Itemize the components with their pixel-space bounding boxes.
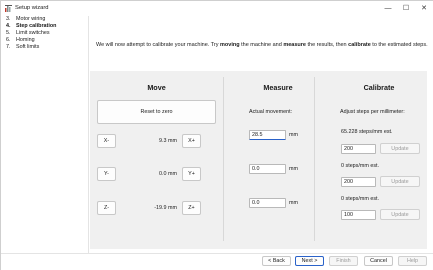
y-update-button[interactable]: Update: [380, 176, 420, 187]
calibration-panel: [90, 71, 427, 249]
mm-unit-label: mm: [289, 166, 298, 172]
column-divider: [223, 77, 224, 241]
x-plus-button[interactable]: X+: [182, 134, 201, 148]
cancel-button[interactable]: Cancel: [364, 256, 393, 266]
z-plus-button[interactable]: Z+: [182, 201, 201, 215]
x-steps-input[interactable]: 200: [341, 144, 376, 154]
step-number: 5.: [6, 30, 11, 36]
z-position: -19.9 mm: [154, 205, 177, 211]
finish-button[interactable]: Finish: [329, 256, 358, 266]
mm-unit-label: mm: [289, 200, 298, 206]
y-steps-input[interactable]: 200: [341, 177, 376, 187]
y-minus-button[interactable]: Y-: [97, 167, 116, 181]
step-label: Motor wiring: [16, 16, 46, 22]
z-measure-input[interactable]: 0.0: [249, 198, 286, 208]
app-icon: [5, 5, 12, 12]
x-update-button[interactable]: Update: [380, 143, 420, 154]
maximize-button[interactable]: ☐: [399, 3, 413, 14]
y-plus-button[interactable]: Y+: [182, 167, 201, 181]
x-steps-estimate: 65.228 steps/mm est.: [341, 129, 393, 135]
column-divider: [314, 77, 315, 241]
step-limit-switches[interactable]: 5. Limit switches: [6, 30, 50, 36]
intro-text: We will now attempt to calibrate your ma…: [96, 42, 428, 48]
adjust-steps-label: Adjust steps per millimeter:: [340, 109, 405, 115]
z-steps-input[interactable]: 100: [341, 210, 376, 220]
step-motor-wiring[interactable]: 3. Motor wiring: [6, 16, 45, 22]
step-step-calibration[interactable]: 4. Step calibration: [6, 23, 56, 29]
reset-to-zero-button[interactable]: Reset to zero: [97, 100, 216, 124]
setup-wizard-window: Setup wizard — ☐ ✕ 3. Motor wiring 4. Step…: [0, 0, 433, 270]
mm-unit-label: mm: [289, 132, 298, 138]
step-label: Soft limits: [16, 44, 40, 50]
y-steps-estimate: 0 steps/mm est.: [341, 163, 380, 169]
step-number: 4.: [6, 23, 11, 29]
x-position: 9.3 mm: [159, 138, 177, 144]
actual-movement-label: Actual movement:: [249, 109, 293, 115]
x-measure-input[interactable]: 28.5: [249, 130, 286, 140]
back-button[interactable]: < Back: [262, 256, 291, 266]
close-button[interactable]: ✕: [417, 3, 431, 14]
wizard-steps-sidebar: 3. Motor wiring 4. Step calibration 5. Limi…: [1, 16, 89, 253]
measure-heading: Measure: [263, 83, 293, 92]
step-label: Limit switches: [16, 30, 50, 36]
step-number: 6.: [6, 37, 11, 43]
next-button[interactable]: Next >: [295, 256, 324, 266]
step-homing[interactable]: 6. Homing: [6, 37, 35, 43]
step-label: Step calibration: [16, 23, 57, 29]
z-minus-button[interactable]: Z-: [97, 201, 116, 215]
z-steps-estimate: 0 steps/mm est.: [341, 196, 380, 202]
z-update-button[interactable]: Update: [380, 209, 420, 220]
help-button[interactable]: Help: [398, 256, 427, 266]
minimize-button[interactable]: —: [381, 3, 395, 14]
y-position: 0.0 mm: [159, 171, 177, 177]
x-minus-button[interactable]: X-: [97, 134, 116, 148]
move-heading: Move: [147, 83, 166, 92]
title-bar: Setup wizard — ☐ ✕: [1, 1, 433, 16]
step-number: 3.: [6, 16, 11, 22]
calibrate-heading: Calibrate: [363, 83, 395, 92]
window-title: Setup wizard: [15, 5, 49, 11]
y-measure-input[interactable]: 0.0: [249, 164, 286, 174]
step-number: 7.: [6, 44, 11, 50]
step-soft-limits[interactable]: 7. Soft limits: [6, 44, 39, 50]
step-label: Homing: [16, 37, 35, 43]
